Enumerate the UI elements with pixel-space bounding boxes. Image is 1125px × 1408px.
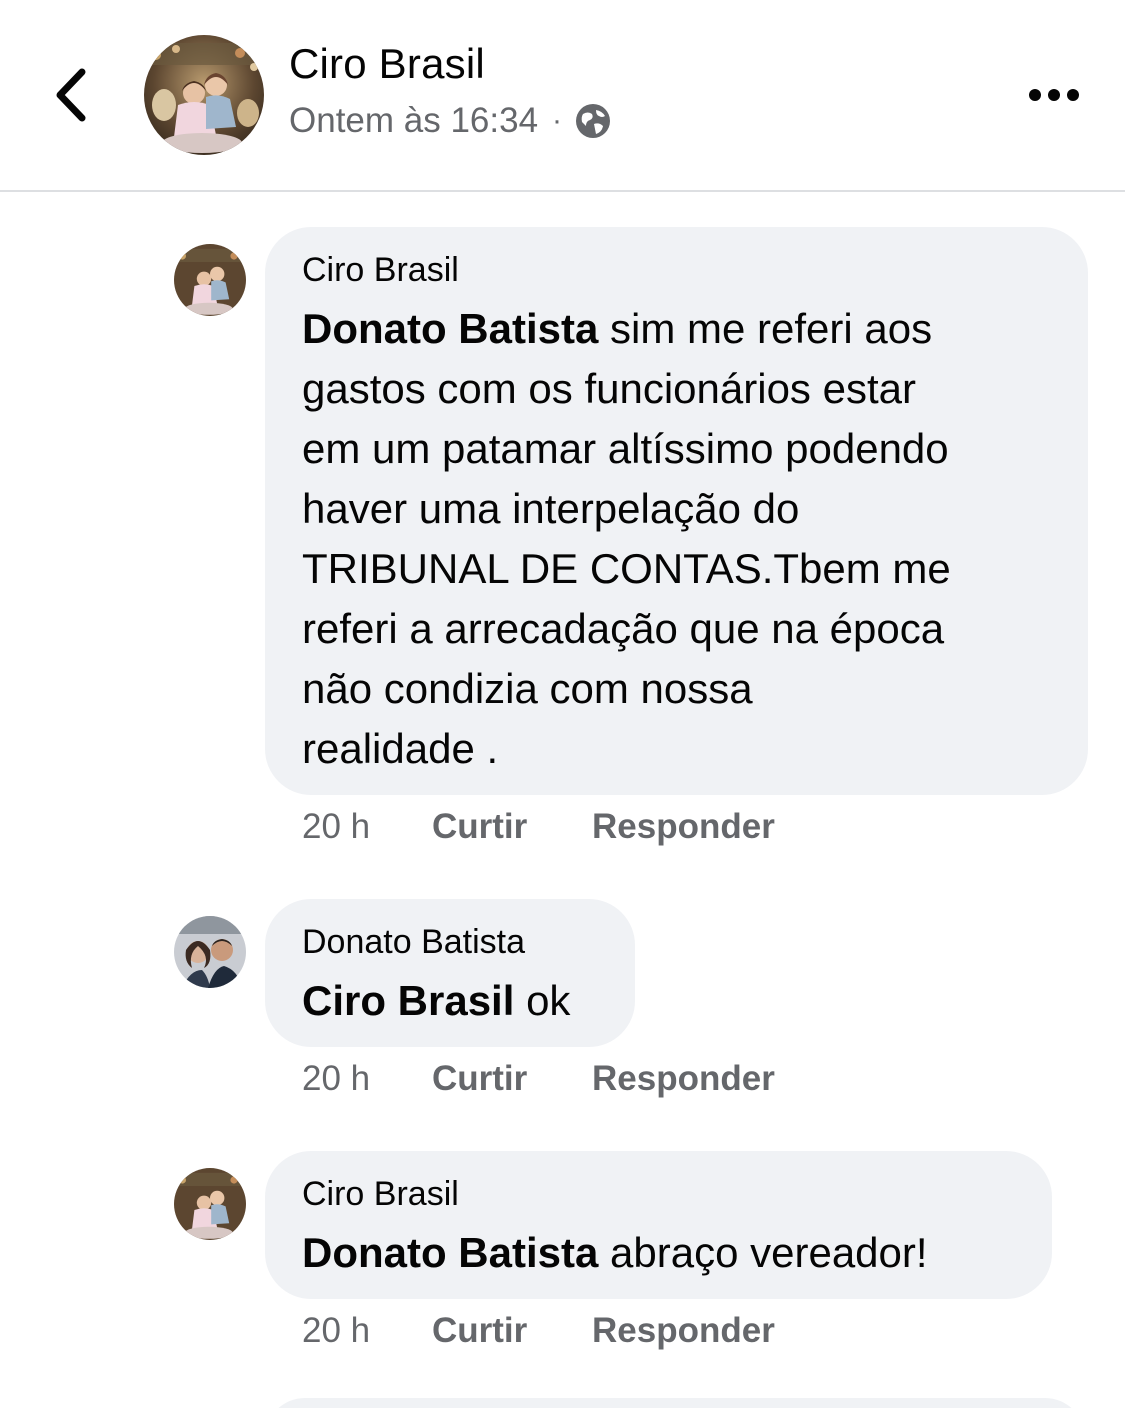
more-options-button[interactable] <box>1024 80 1084 110</box>
comment-text: Ciro Brasil ok <box>302 977 571 1024</box>
comment-actions: 20 h Curtir Responder <box>302 804 775 850</box>
commenter-avatar[interactable] <box>174 916 246 988</box>
like-button[interactable]: Curtir <box>432 1311 592 1351</box>
comment-author[interactable]: Ciro Brasil <box>302 1175 459 1214</box>
comment-text: Donato Batista sim me referi aos gastos … <box>302 305 951 772</box>
comment-mention[interactable]: Donato Batista <box>302 305 598 352</box>
comment-text: Donato Batista abraço vereador! <box>302 1229 928 1276</box>
comment-bubble[interactable]: Donato Batista Ciro Brasil ok <box>265 899 635 1047</box>
profile-photo-image <box>174 916 246 988</box>
profile-photo-image <box>174 244 246 316</box>
post-header: Ciro Brasil Ontem às 16:34 · <box>0 0 1125 192</box>
page-title[interactable]: Ciro Brasil <box>289 40 485 88</box>
comment-timestamp[interactable]: 20 h <box>302 1059 432 1099</box>
profile-photo-image <box>174 1168 246 1240</box>
comment-actions: 20 h Curtir Responder <box>302 1308 775 1354</box>
comment-mention[interactable]: Donato Batista <box>302 1229 598 1276</box>
comment-mention[interactable]: Ciro Brasil <box>302 977 514 1024</box>
reply-button[interactable]: Responder <box>592 1059 775 1099</box>
comment-bubble-partial[interactable] <box>265 1398 1085 1408</box>
post-timestamp[interactable]: Ontem às 16:34 <box>289 101 538 141</box>
like-button[interactable]: Curtir <box>432 807 592 847</box>
post-comments-screen: Ciro Brasil Ontem às 16:34 · Ciro Brasil… <box>0 0 1125 1408</box>
globe-icon <box>576 104 611 138</box>
meta-separator: · <box>552 104 563 137</box>
more-icon <box>1029 89 1079 101</box>
comment-author[interactable]: Ciro Brasil <box>302 251 459 290</box>
reply-button[interactable]: Responder <box>592 807 775 847</box>
comment-author[interactable]: Donato Batista <box>302 923 525 962</box>
back-button[interactable] <box>48 62 98 128</box>
commenter-avatar[interactable] <box>174 1168 246 1240</box>
comment-actions: 20 h Curtir Responder <box>302 1056 775 1102</box>
reply-button[interactable]: Responder <box>592 1311 775 1351</box>
post-meta: Ontem às 16:34 · <box>289 97 612 145</box>
like-button[interactable]: Curtir <box>432 1059 592 1099</box>
commenter-avatar[interactable] <box>174 244 246 316</box>
avatar[interactable] <box>144 35 264 155</box>
profile-photo-image <box>144 35 264 155</box>
comment-timestamp[interactable]: 20 h <box>302 1311 432 1351</box>
comment-timestamp[interactable]: 20 h <box>302 807 432 847</box>
chevron-left-icon <box>56 68 86 122</box>
comment-bubble[interactable]: Ciro Brasil Donato Batista sim me referi… <box>265 227 1088 795</box>
comment-bubble[interactable]: Ciro Brasil Donato Batista abraço veread… <box>265 1151 1052 1299</box>
